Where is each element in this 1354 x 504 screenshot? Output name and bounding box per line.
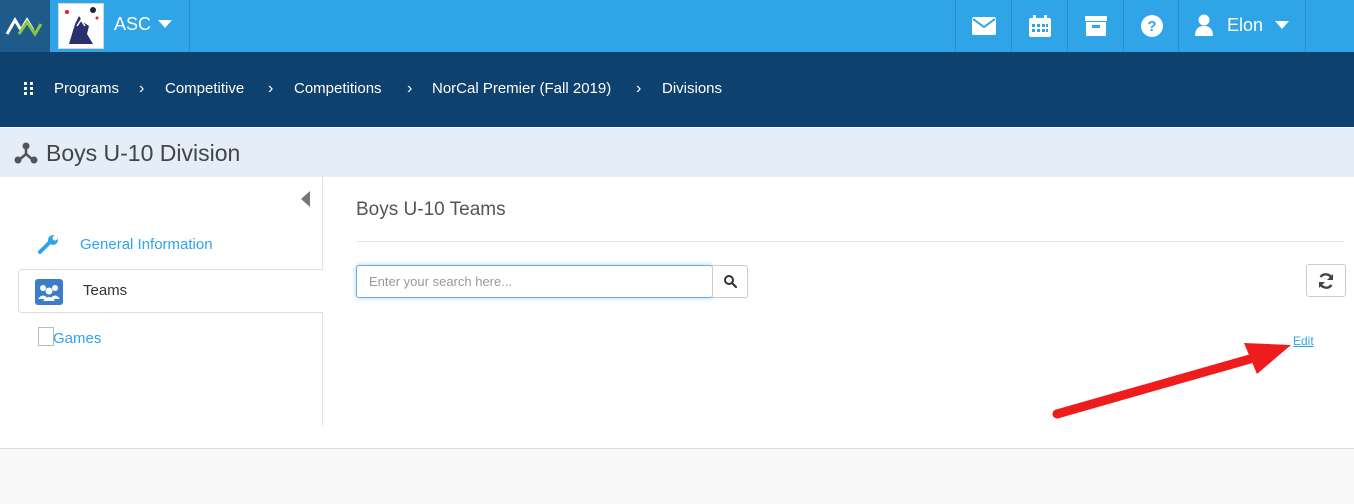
divider [356,241,1344,242]
breadcrumb-item-competition[interactable]: NorCal Premier (Fall 2019) [432,80,611,97]
collapse-sidebar-icon[interactable] [301,191,310,207]
divider [189,0,190,52]
breadcrumb-item-programs[interactable]: Programs [54,80,119,97]
sidebar-item-games[interactable]: Games [38,327,322,349]
refresh-icon [1318,272,1334,289]
edit-link[interactable]: Edit [1293,334,1314,348]
user-icon [1195,14,1213,36]
chevron-right-icon: › [407,80,413,97]
division-icon [14,142,38,164]
svg-text:?: ? [1147,18,1156,35]
archive-button[interactable] [1067,0,1123,52]
breadcrumb-item-competitive[interactable]: Competitive [165,80,244,97]
calendar-button[interactable] [1011,0,1067,52]
chevron-right-icon: › [636,80,642,97]
mail-icon [971,17,996,35]
calendar-icon [1028,15,1051,37]
divider [0,448,1354,449]
help-button[interactable]: ? [1123,0,1179,52]
app-logo-icon [5,17,43,37]
search-input[interactable] [356,265,713,298]
refresh-button[interactable] [1306,264,1346,297]
user-dropdown-caret-icon [1275,21,1289,29]
sidebar-item-label: Teams [83,282,128,299]
user-menu[interactable]: Elon [1178,0,1306,52]
sidebar-item-general-information[interactable]: General Information [38,232,322,258]
org-name[interactable]: ASC [114,14,151,35]
wrench-icon [38,235,58,254]
chevron-right-icon: › [139,80,145,97]
help-icon: ? [1140,15,1163,37]
sidebar-item-teams[interactable]: Teams [18,269,323,313]
mail-button[interactable] [955,0,1011,52]
teams-icon [35,279,63,305]
section-title: Boys U-10 Teams [356,199,506,220]
archive-icon [1084,16,1107,36]
search-button[interactable] [712,265,748,298]
sidebar-item-label: Games [53,330,102,347]
user-name: Elon [1227,15,1264,35]
image-placeholder-icon [38,327,54,346]
breadcrumb-item-divisions[interactable]: Divisions [662,80,722,97]
grip-icon[interactable] [24,82,34,96]
wolf-crest-icon [65,7,99,44]
chevron-right-icon: › [268,80,274,97]
app-logo[interactable] [0,0,50,52]
search-icon [723,275,737,288]
breadcrumb-item-competitions[interactable]: Competitions [294,80,382,97]
org-logo[interactable] [58,3,104,49]
page-title: Boys U-10 Division [46,140,241,166]
org-dropdown-caret-icon[interactable] [158,20,172,28]
sidebar-item-label: General Information [80,236,213,253]
